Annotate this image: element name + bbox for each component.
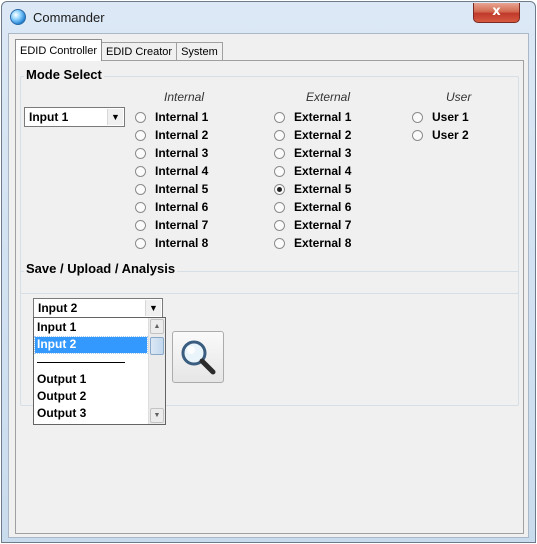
radio-button[interactable] — [135, 129, 146, 141]
save-source-select-value: Input 2 — [38, 301, 78, 315]
radio-label: Internal 7 — [155, 218, 209, 232]
tab-edid-creator[interactable]: EDID Creator — [101, 42, 178, 61]
radio-label: Internal 6 — [155, 200, 209, 214]
external-header: External — [306, 90, 351, 104]
tab-edid-controller[interactable]: EDID Controller — [15, 39, 103, 61]
tab-system[interactable]: System — [176, 42, 223, 61]
radio-external-5[interactable]: External 5 — [274, 180, 351, 198]
radio-label: User 1 — [432, 110, 469, 124]
radio-external-2[interactable]: External 2 — [274, 126, 351, 144]
radio-button[interactable] — [135, 165, 146, 177]
radio-label: Internal 8 — [155, 236, 209, 250]
commander-window: Commander x EDID Controller EDID Creator… — [1, 1, 536, 543]
mode-input-select-value: Input 1 — [29, 110, 69, 124]
save-source-select[interactable]: Input 2 ▼ — [33, 298, 163, 318]
mode-input-select[interactable]: Input 1 ▼ — [24, 107, 125, 127]
radio-internal-5[interactable]: Internal 5 — [135, 180, 208, 198]
radio-label: Internal 2 — [155, 128, 209, 142]
radio-button[interactable] — [135, 219, 146, 231]
dropdown-scrollbar[interactable]: ▲ ▼ — [148, 318, 165, 424]
radio-button[interactable] — [274, 129, 285, 141]
radio-button-checked[interactable] — [274, 183, 285, 195]
radio-external-7[interactable]: External 7 — [274, 216, 351, 234]
radio-button[interactable] — [274, 237, 285, 249]
dropdown-item-output-2[interactable]: Output 2 — [35, 389, 147, 405]
radio-label: External 8 — [294, 236, 352, 250]
globe-icon — [10, 9, 26, 25]
radio-external-1[interactable]: External 1 — [274, 108, 351, 126]
radio-internal-6[interactable]: Internal 6 — [135, 198, 208, 216]
scroll-down-icon[interactable]: ▼ — [150, 408, 164, 423]
tab-strip: EDID Controller EDID Creator System — [15, 39, 223, 61]
radio-label: Internal 1 — [155, 110, 209, 124]
analyze-button[interactable] — [172, 331, 224, 383]
radio-internal-7[interactable]: Internal 7 — [135, 216, 208, 234]
internal-header: Internal — [164, 90, 205, 104]
dropdown-item-output-3[interactable]: Output 3 — [35, 406, 147, 422]
radio-button[interactable] — [135, 111, 146, 123]
source-dropdown-list[interactable]: Input 1 Input 2 Output 1 Output 2 Output… — [33, 317, 166, 425]
radio-internal-4[interactable]: Internal 4 — [135, 162, 208, 180]
scroll-up-icon[interactable]: ▲ — [150, 319, 164, 334]
radio-button[interactable] — [135, 237, 146, 249]
radio-label: External 6 — [294, 200, 352, 214]
radio-user-2[interactable]: User 2 — [412, 126, 469, 144]
radio-button[interactable] — [274, 165, 285, 177]
radio-label: External 4 — [294, 164, 352, 178]
radio-button[interactable] — [135, 183, 146, 195]
title-bar[interactable]: Commander x — [2, 2, 535, 33]
radio-button[interactable] — [274, 111, 285, 123]
radio-button[interactable] — [274, 219, 285, 231]
radio-label: Internal 5 — [155, 182, 209, 196]
edid-controller-panel: Mode Select Input 1 ▼ Internal External … — [15, 60, 524, 534]
client-area: EDID Controller EDID Creator System Mode… — [8, 33, 529, 538]
chevron-down-icon[interactable]: ▼ — [107, 109, 123, 125]
radio-button[interactable] — [274, 201, 285, 213]
radio-external-6[interactable]: External 6 — [274, 198, 351, 216]
radio-label: External 3 — [294, 146, 352, 160]
radio-internal-2[interactable]: Internal 2 — [135, 126, 208, 144]
radio-user-1[interactable]: User 1 — [412, 108, 469, 126]
chevron-down-icon[interactable]: ▼ — [145, 300, 161, 316]
radio-button[interactable] — [135, 147, 146, 159]
save-upload-title: Save / Upload / Analysis — [24, 261, 178, 276]
radio-internal-3[interactable]: Internal 3 — [135, 144, 208, 162]
radio-internal-8[interactable]: Internal 8 — [135, 234, 208, 252]
radio-label: External 1 — [294, 110, 352, 124]
dropdown-item-output-1[interactable]: Output 1 — [35, 372, 147, 388]
radio-external-4[interactable]: External 4 — [274, 162, 351, 180]
radio-external-8[interactable]: External 8 — [274, 234, 351, 252]
mode-select-title: Mode Select — [24, 67, 104, 82]
close-button[interactable]: x — [473, 3, 520, 23]
radio-button[interactable] — [412, 129, 423, 141]
scroll-thumb[interactable] — [150, 337, 164, 355]
radio-label: External 2 — [294, 128, 352, 142]
radio-label: User 2 — [432, 128, 469, 142]
dropdown-item-input-2[interactable]: Input 2 — [34, 336, 148, 354]
radio-button[interactable] — [412, 111, 423, 123]
radio-internal-1[interactable]: Internal 1 — [135, 108, 208, 126]
radio-button[interactable] — [274, 147, 285, 159]
radio-label: Internal 4 — [155, 164, 209, 178]
radio-label: External 7 — [294, 218, 352, 232]
dropdown-item-input-1[interactable]: Input 1 — [35, 320, 147, 336]
user-header: User — [446, 90, 472, 104]
window-title: Commander — [33, 10, 105, 25]
magnifier-icon — [181, 340, 216, 375]
radio-label: External 5 — [294, 182, 352, 196]
dropdown-separator — [37, 362, 125, 363]
radio-external-3[interactable]: External 3 — [274, 144, 351, 162]
radio-label: Internal 3 — [155, 146, 209, 160]
radio-button[interactable] — [135, 201, 146, 213]
